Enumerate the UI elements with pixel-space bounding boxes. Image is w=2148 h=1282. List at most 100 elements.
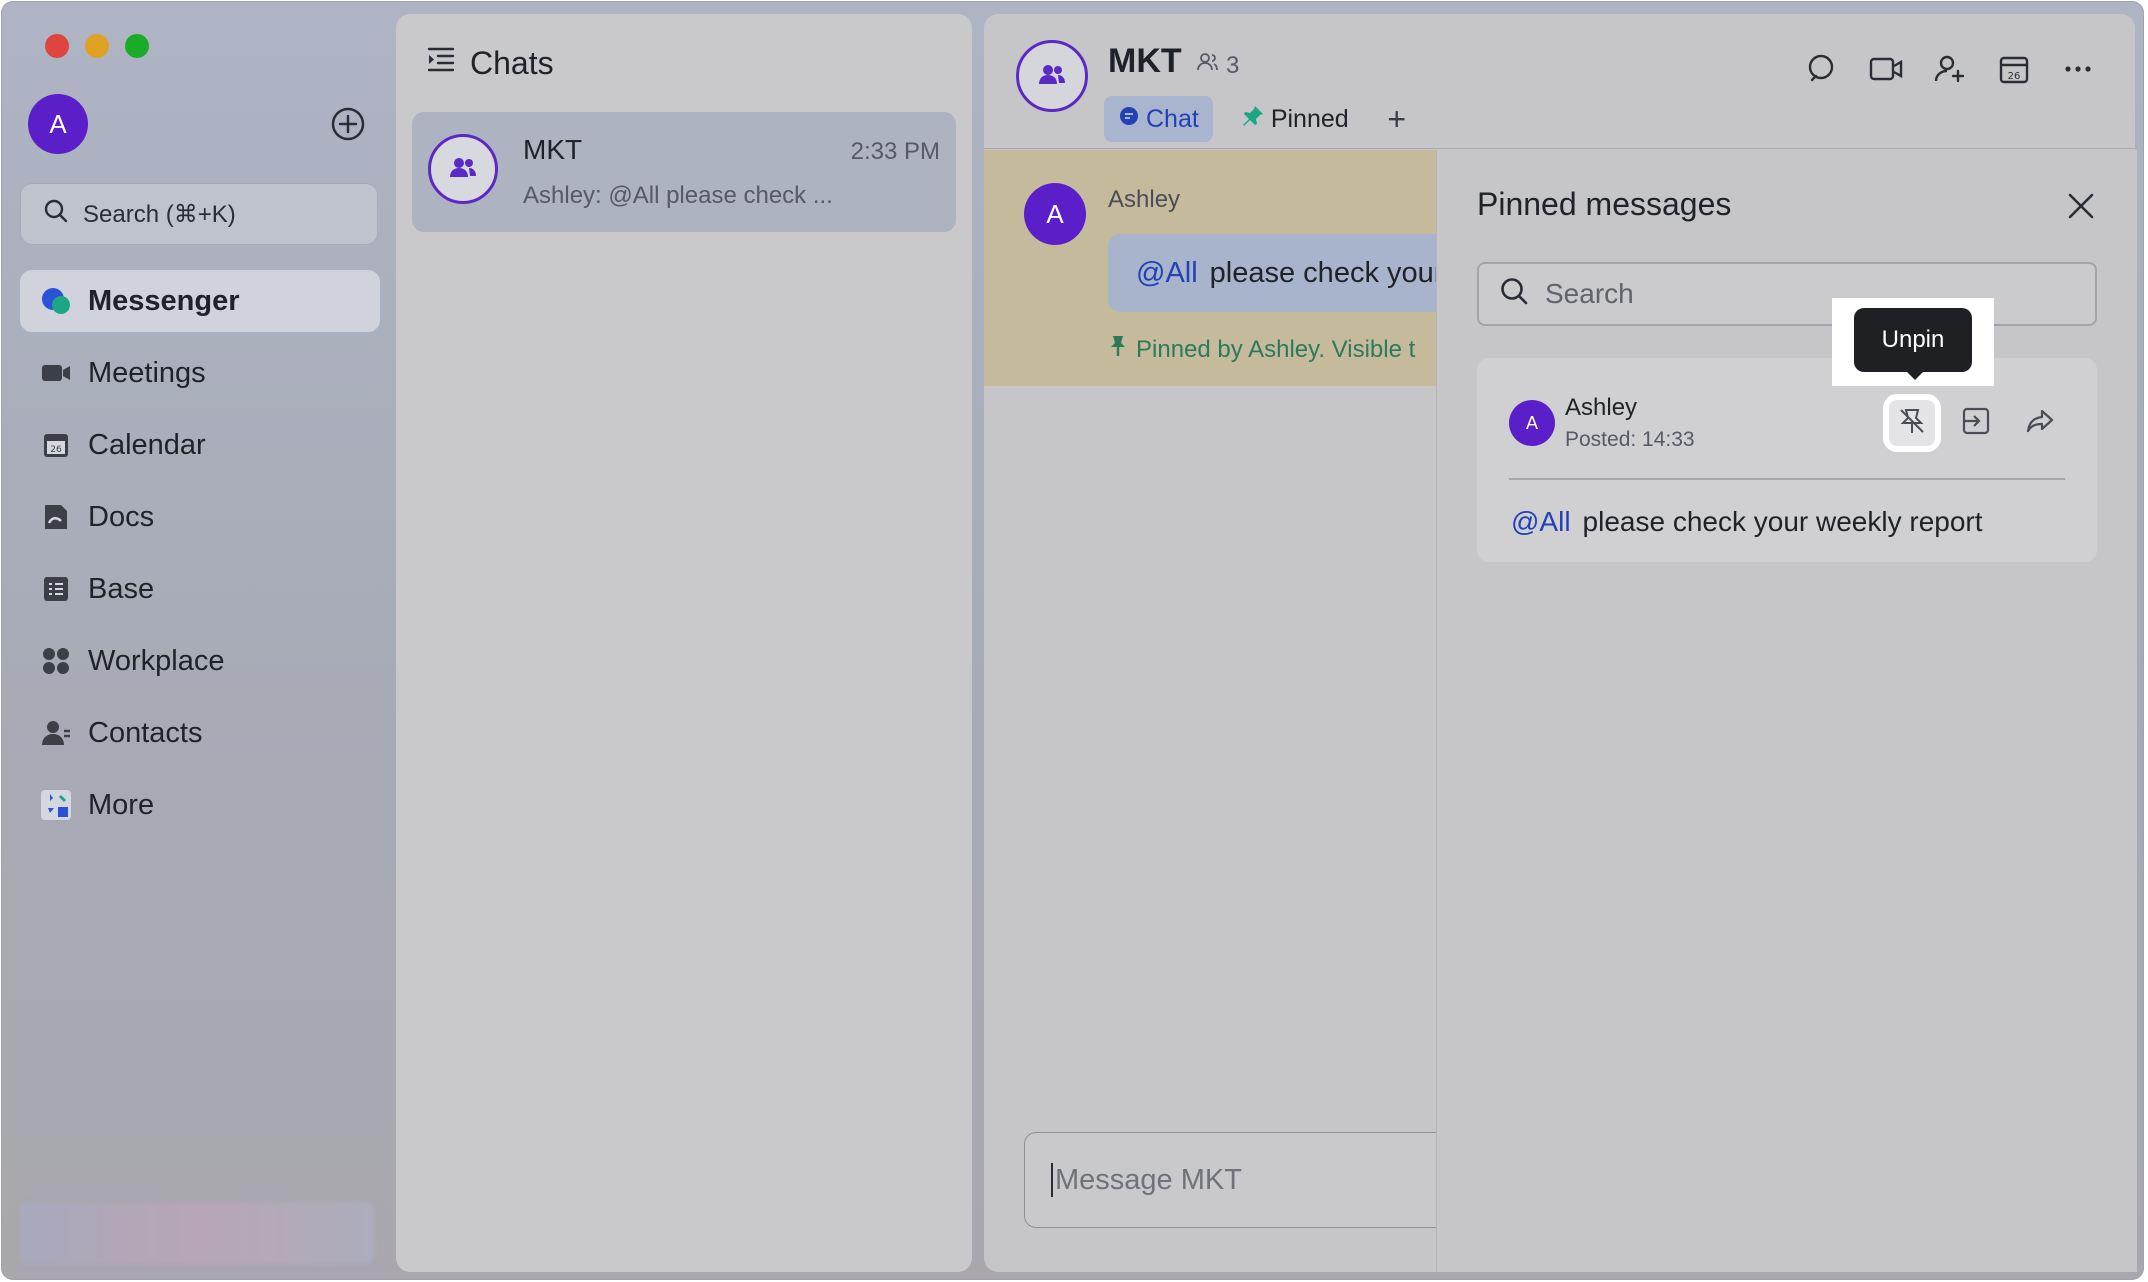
sender-name: Ashley bbox=[1108, 186, 1181, 213]
message-input-placeholder: Message MKT bbox=[1055, 1163, 1242, 1196]
search-icon bbox=[43, 198, 69, 231]
sidebar-item-messenger[interactable]: Messenger bbox=[20, 270, 380, 332]
search-icon bbox=[1499, 276, 1529, 313]
chat-preview: Ashley: @All please check ... bbox=[523, 182, 833, 209]
sidebar-item-docs[interactable]: Docs bbox=[20, 486, 380, 548]
sender-avatar[interactable]: A bbox=[1024, 183, 1086, 245]
tooltip-arrow bbox=[1905, 370, 1925, 380]
add-member-icon[interactable] bbox=[1933, 52, 1967, 86]
collapse-list-icon[interactable] bbox=[426, 44, 456, 82]
conversation-tabs: Chat Pinned + bbox=[1104, 96, 1417, 142]
pinned-search-placeholder: Search bbox=[1545, 278, 1634, 309]
members-icon bbox=[1196, 50, 1220, 81]
pin-note: Pinned by Ashley. Visible t bbox=[1108, 334, 1415, 365]
conversation-title: MKT bbox=[1108, 42, 1182, 80]
chats-header: Chats bbox=[426, 44, 554, 82]
more-apps-icon bbox=[40, 789, 72, 821]
user-avatar[interactable]: A bbox=[28, 94, 88, 154]
app-window: A Search (⌘+K) Messenger Meetings 26 Cal… bbox=[1, 1, 2144, 1280]
video-camera-icon bbox=[40, 357, 72, 389]
add-tab-button[interactable]: + bbox=[1377, 101, 1417, 138]
chat-bubble-icon bbox=[1118, 105, 1140, 134]
sidebar-item-label: Calendar bbox=[88, 428, 206, 461]
group-icon bbox=[447, 151, 479, 188]
sidebar-item-label: Base bbox=[88, 572, 155, 605]
chat-time: 2:33 PM bbox=[850, 138, 940, 165]
pinned-panel-title: Pinned messages bbox=[1477, 186, 1732, 222]
mention-all[interactable]: @All bbox=[1511, 506, 1571, 538]
jump-to-message-button[interactable] bbox=[1953, 400, 1999, 446]
sidebar-item-workplace[interactable]: Workplace bbox=[20, 630, 380, 692]
video-call-icon[interactable] bbox=[1869, 52, 1903, 86]
chats-title: Chats bbox=[470, 44, 554, 81]
unpin-icon bbox=[1897, 406, 1927, 441]
zoom-window-button[interactable] bbox=[125, 34, 149, 58]
pin-note-text: Pinned by Ashley. Visible t bbox=[1136, 335, 1416, 363]
chat-list-item[interactable]: MKT 2:33 PM Ashley: @All please check ..… bbox=[412, 112, 956, 232]
divider bbox=[1509, 478, 2065, 480]
sidebar-item-label: Contacts bbox=[88, 716, 203, 749]
sidebar-item-base[interactable]: Base bbox=[20, 558, 380, 620]
pin-icon bbox=[1241, 104, 1265, 135]
pinned-message-text: @All please check your weekly report bbox=[1511, 506, 1983, 538]
forward-button[interactable] bbox=[2017, 400, 2063, 446]
sidebar-item-contacts[interactable]: Contacts bbox=[20, 702, 380, 764]
tab-label: Pinned bbox=[1270, 104, 1349, 133]
mention-all[interactable]: @All bbox=[1136, 257, 1198, 290]
close-window-button[interactable] bbox=[45, 34, 69, 58]
sidebar-item-meetings[interactable]: Meetings bbox=[20, 342, 380, 404]
add-circle-icon[interactable] bbox=[330, 106, 366, 142]
svg-text:26: 26 bbox=[2008, 71, 2021, 82]
contacts-icon bbox=[40, 717, 72, 749]
sidebar-item-calendar[interactable]: 26 Calendar bbox=[20, 414, 380, 476]
base-icon bbox=[40, 573, 72, 605]
forward-icon bbox=[2025, 406, 2055, 441]
pinned-card-actions bbox=[1883, 394, 2063, 452]
messenger-icon bbox=[40, 285, 72, 317]
jump-to-icon bbox=[1961, 406, 1991, 441]
tab-label: Chat bbox=[1146, 104, 1199, 133]
sidebar-item-label: Workplace bbox=[88, 644, 225, 677]
sidebar-item-label: Meetings bbox=[88, 356, 206, 389]
global-search-placeholder: Search (⌘+K) bbox=[83, 200, 236, 228]
conversation-header: MKT 3 Chat Pinned + 26 bbox=[984, 14, 2135, 149]
tooltip-text: Unpin bbox=[1854, 308, 1972, 372]
unpin-button[interactable] bbox=[1883, 394, 1941, 452]
sidebar-item-more[interactable]: More bbox=[20, 774, 380, 836]
global-search-input[interactable]: Search (⌘+K) bbox=[20, 183, 378, 245]
sidebar-item-label: More bbox=[88, 788, 155, 821]
member-count[interactable]: 3 bbox=[1196, 50, 1239, 81]
sender-avatar: A bbox=[1509, 400, 1555, 446]
minimize-window-button[interactable] bbox=[85, 34, 109, 58]
message-text: please check your bbox=[1209, 256, 1444, 289]
pinned-search-input[interactable]: Search bbox=[1477, 262, 2097, 326]
message-text: please check your weekly report bbox=[1582, 506, 1983, 537]
sender-name: Ashley bbox=[1565, 394, 1638, 421]
tab-pinned[interactable]: Pinned bbox=[1227, 96, 1363, 142]
group-avatar[interactable] bbox=[1016, 40, 1088, 112]
group-avatar bbox=[428, 134, 498, 204]
unpin-tooltip: Unpin bbox=[1832, 298, 1994, 386]
sidebar-item-label: Messenger bbox=[88, 284, 240, 317]
pin-icon bbox=[1108, 334, 1128, 365]
chats-panel: Chats MKT 2:33 PM Ashley: @All please ch… bbox=[396, 14, 972, 1272]
more-options-icon[interactable] bbox=[2061, 52, 2095, 86]
calendar-event-icon[interactable]: 26 bbox=[1997, 52, 2031, 86]
docs-icon bbox=[40, 501, 72, 533]
member-count-value: 3 bbox=[1226, 51, 1240, 79]
close-icon[interactable] bbox=[2065, 190, 2097, 222]
text-caret bbox=[1051, 1163, 1053, 1197]
blurred-footer bbox=[20, 1202, 374, 1264]
header-actions: 26 bbox=[1805, 52, 2095, 86]
search-chat-icon[interactable] bbox=[1805, 52, 1839, 86]
posted-time: Posted: 14:33 bbox=[1565, 428, 1695, 451]
tab-chat[interactable]: Chat bbox=[1104, 96, 1213, 142]
workplace-icon bbox=[40, 645, 72, 677]
sidebar-item-label: Docs bbox=[88, 500, 155, 533]
pinned-message-card[interactable]: A Ashley Posted: 14:33 @All please check… bbox=[1477, 358, 2097, 562]
chat-name: MKT bbox=[523, 134, 583, 165]
group-icon bbox=[1036, 58, 1068, 95]
calendar-icon: 26 bbox=[40, 429, 72, 461]
pinned-messages-panel: Pinned messages Search A Ashley Posted: … bbox=[1436, 150, 2137, 1272]
sidebar-nav: Messenger Meetings 26 Calendar Docs Base bbox=[20, 270, 380, 846]
